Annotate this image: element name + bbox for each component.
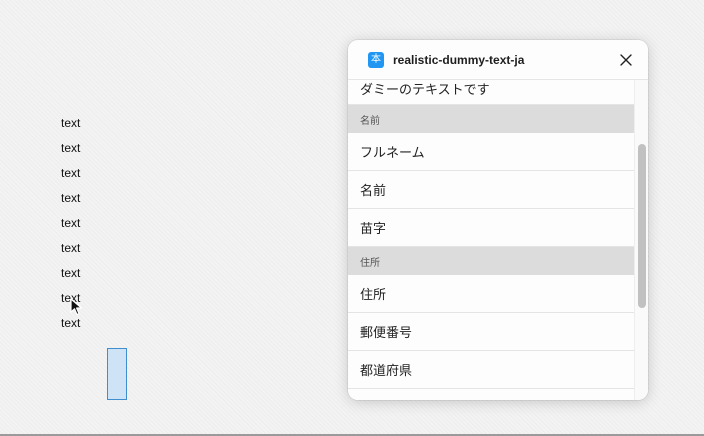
plugin-logo-icon: 本	[368, 51, 384, 68]
text-layer[interactable]: text	[61, 114, 80, 139]
close-button[interactable]	[616, 50, 636, 70]
text-layer[interactable]: text	[61, 314, 80, 339]
list-item[interactable]: 住所	[348, 275, 634, 313]
list-item[interactable]: 都道府県	[348, 351, 634, 389]
plugin-header: 本 realistic-dummy-text-ja	[348, 40, 648, 80]
section-header: 住所	[348, 247, 634, 275]
plugin-title: realistic-dummy-text-ja	[393, 52, 525, 67]
scrollbar[interactable]	[634, 80, 648, 400]
selected-rectangle-layer[interactable]	[107, 348, 127, 400]
section-header: 名前	[348, 105, 634, 133]
mouse-cursor-icon	[70, 298, 83, 316]
text-layer[interactable]: text	[61, 189, 80, 214]
list-item[interactable]	[348, 389, 634, 400]
text-layer[interactable]: text	[61, 239, 80, 264]
plugin-list-scroll-area[interactable]: ダミーのテキストです 名前 フルネーム 名前 苗字 住所 住所 郵便番号 都道府…	[348, 80, 648, 400]
text-type-list: ダミーのテキストです 名前 フルネーム 名前 苗字 住所 住所 郵便番号 都道府…	[348, 80, 634, 400]
text-layer[interactable]: text	[61, 139, 80, 164]
text-layer[interactable]: text	[61, 214, 80, 239]
plugin-window: 本 realistic-dummy-text-ja ダミーのテキストです 名前 …	[348, 40, 648, 400]
text-layer[interactable]: text	[61, 264, 80, 289]
scrollbar-thumb[interactable]	[638, 144, 646, 308]
list-item[interactable]: 名前	[348, 171, 634, 209]
list-item[interactable]: 苗字	[348, 209, 634, 247]
text-layer[interactable]: text	[61, 164, 80, 189]
list-item[interactable]: ダミーのテキストです	[348, 80, 634, 105]
list-item[interactable]: フルネーム	[348, 133, 634, 171]
list-item[interactable]: 郵便番号	[348, 313, 634, 351]
close-icon	[620, 53, 632, 66]
